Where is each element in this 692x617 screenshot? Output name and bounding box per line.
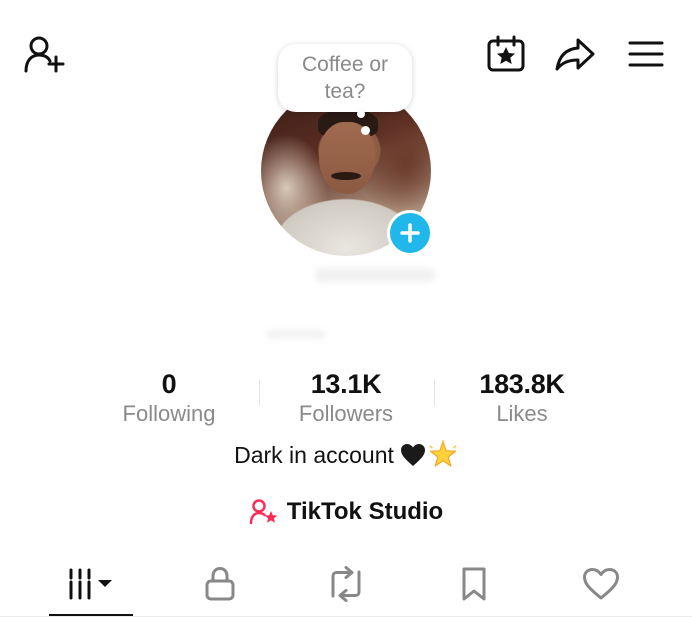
tab-favorites[interactable] [444, 560, 504, 608]
lock-icon [205, 566, 235, 601]
calendar-star-icon [487, 35, 525, 72]
stat-likes[interactable]: 183.8K Likes [437, 369, 607, 427]
menu-icon [628, 41, 664, 67]
bubble-text-line1: Coffee or [302, 53, 388, 76]
stat-likes-label: Likes [496, 401, 548, 426]
share-icon [555, 38, 595, 71]
avatar-dot [361, 126, 370, 135]
stat-divider [259, 380, 260, 406]
stat-followers[interactable]: 13.1K Followers [261, 369, 431, 427]
share-button[interactable] [552, 34, 598, 74]
stat-followers-value: 13.1K [310, 369, 382, 399]
add-friend-icon [24, 36, 65, 73]
tab-reposts[interactable] [316, 560, 376, 608]
bio-text: Dark in account [234, 442, 394, 468]
tiktok-studio-label: TikTok Studio [286, 498, 444, 525]
black-heart-icon [400, 444, 425, 466]
tab-liked[interactable] [571, 560, 631, 608]
stat-following-value: 0 [161, 369, 177, 399]
menu-button[interactable] [624, 36, 668, 72]
stat-likes-value: 183.8K [479, 369, 565, 399]
stat-following-label: Following [122, 401, 216, 426]
add-friend-button[interactable] [20, 32, 70, 76]
blurred-username [315, 268, 435, 282]
stat-followers-label: Followers [298, 401, 394, 426]
repost-icon [331, 566, 361, 602]
bookmark-icon [462, 567, 486, 601]
add-story-button[interactable] [387, 210, 433, 256]
blurred-handle [266, 330, 326, 338]
stat-divider [434, 380, 435, 406]
bubble-text-line2: tea? [324, 80, 366, 103]
tab-private[interactable] [190, 560, 250, 608]
avatar-mustache [331, 172, 361, 180]
tiktok-studio-link[interactable]: TikTok Studio [0, 498, 692, 526]
glowing-star-icon [429, 440, 457, 467]
calendar-button[interactable] [484, 34, 528, 74]
bubble-tail [357, 110, 365, 118]
heart-icon [583, 568, 619, 600]
tab-videos[interactable] [49, 560, 133, 608]
stat-following[interactable]: 0 Following [84, 369, 254, 427]
grid-dropdown-icon [69, 568, 112, 600]
plus-icon [400, 223, 420, 243]
creator-star-icon [249, 499, 278, 525]
bio: Dark in account [0, 440, 692, 470]
status-bubble[interactable]: Coffee or tea? [278, 44, 412, 112]
